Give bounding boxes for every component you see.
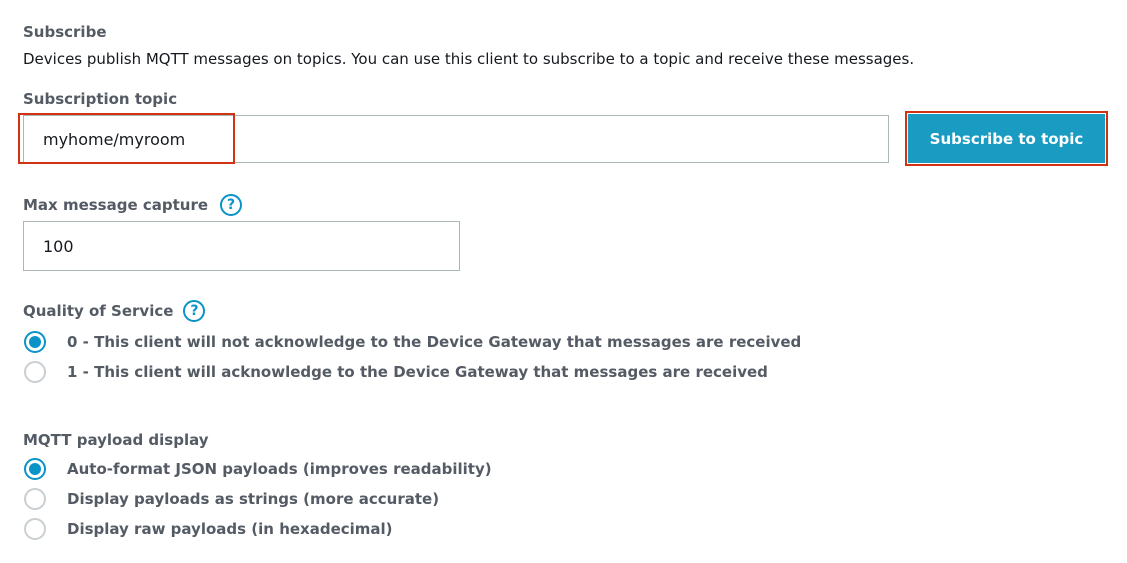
max-capture-label: Max message capture <box>23 196 209 214</box>
payload-json-label: Auto-format JSON payloads (improves read… <box>67 460 492 478</box>
qos-1-label: 1 - This client will acknowledge to the … <box>67 363 768 381</box>
payload-option-json[interactable]: Auto-format JSON payloads (improves read… <box>24 457 492 481</box>
qos-0-radio[interactable] <box>24 331 46 353</box>
payload-raw-label: Display raw payloads (in hexadecimal) <box>67 520 393 538</box>
payload-json-radio[interactable] <box>24 458 46 480</box>
max-capture-label-row: Max message capture ? <box>23 194 243 216</box>
qos-label: Quality of Service <box>23 302 174 320</box>
qos-1-radio[interactable] <box>24 361 46 383</box>
subscription-topic-label: Subscription topic <box>23 90 178 108</box>
payload-option-strings[interactable]: Display payloads as strings (more accura… <box>24 487 439 511</box>
qos-option-1[interactable]: 1 - This client will acknowledge to the … <box>24 360 768 384</box>
section-description: Devices publish MQTT messages on topics.… <box>23 50 915 68</box>
subscribe-button[interactable]: Subscribe to topic <box>908 114 1105 163</box>
qos-0-label: 0 - This client will not acknowledge to … <box>67 333 802 351</box>
section-title: Subscribe <box>23 23 107 41</box>
max-message-capture-input[interactable] <box>23 221 460 271</box>
payload-display-label: MQTT payload display <box>23 431 209 449</box>
max-capture-help-icon[interactable]: ? <box>220 194 243 216</box>
payload-raw-radio[interactable] <box>24 518 46 540</box>
qos-help-icon[interactable]: ? <box>183 300 206 322</box>
payload-strings-label: Display payloads as strings (more accura… <box>67 490 440 508</box>
subscription-topic-input[interactable] <box>23 115 889 163</box>
payload-option-raw[interactable]: Display raw payloads (in hexadecimal) <box>24 517 393 541</box>
qos-option-0[interactable]: 0 - This client will not acknowledge to … <box>24 330 801 354</box>
payload-strings-radio[interactable] <box>24 488 46 510</box>
qos-label-row: Quality of Service ? <box>23 300 206 322</box>
